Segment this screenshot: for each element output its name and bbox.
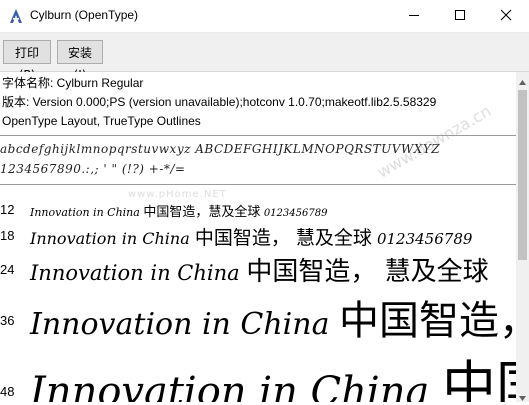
sample-text: Innovation in China 中国智造， 慧及全球	[30, 251, 489, 288]
install-button[interactable]: 安装(I)	[57, 40, 103, 82]
font-outline-info: OpenType Layout, TrueType Outlines	[2, 114, 201, 128]
sample-text: Innovation in China 中国智造， 慧及全球 012345678…	[30, 223, 472, 250]
sample-cjk: 中国智造，	[339, 298, 516, 344]
sample-digits: 0123456789	[376, 230, 473, 248]
sample-text: Innovation in China 中国	[30, 342, 516, 402]
size-label: 24	[0, 262, 15, 277]
charset-digits: 1234567890.:,; ' " (!?) +-*/=	[0, 162, 186, 176]
sample-cjk: 中国智造，慧及全球	[143, 205, 261, 220]
sample-latin: Innovation in China	[30, 369, 430, 402]
window-title: Cylburn (OpenType)	[30, 8, 139, 22]
close-icon	[500, 6, 512, 25]
sample-latin: Innovation in China	[30, 206, 140, 219]
scroll-down-button[interactable]	[516, 388, 529, 402]
size-label: 18	[0, 228, 15, 243]
font-viewer-app-icon	[8, 8, 24, 24]
sample-row-18: 18 Innovation in China 中国智造， 慧及全球 012345…	[0, 222, 516, 250]
sample-text: Innovation in China 中国智造，慧及全球 0123456789	[30, 201, 327, 220]
sample-row-24: 24 Innovation in China 中国智造， 慧及全球	[0, 250, 516, 287]
sample-latin: Innovation in China	[30, 229, 190, 248]
size-label: 36	[0, 313, 15, 328]
minimize-icon	[408, 6, 420, 25]
print-button[interactable]: 打印(P)	[3, 40, 51, 82]
maximize-button[interactable]	[437, 0, 483, 31]
sample-cjk: 中国	[442, 355, 516, 402]
vertical-scrollbar[interactable]	[516, 72, 529, 402]
font-preview-area: 字体名称: Cylburn Regular 版本: Version 0.000;…	[0, 72, 516, 402]
sample-digits: 0123456789	[263, 208, 328, 219]
scrollbar-thumb[interactable]	[518, 90, 527, 260]
sample-text: Innovation in China 中国智造，	[30, 288, 516, 346]
sample-cjk: 中国智造， 慧及全球	[194, 227, 372, 249]
sample-latin: Innovation in China	[30, 261, 240, 285]
sample-row-12: 12 Innovation in China 中国智造，慧及全球 0123456…	[0, 200, 516, 220]
scroll-up-button[interactable]	[516, 72, 529, 86]
sample-cjk: 中国智造， 慧及全球	[246, 257, 489, 287]
title-bar: Cylburn (OpenType)	[0, 0, 529, 33]
font-name-info: 字体名称: Cylburn Regular	[2, 76, 144, 90]
sample-latin: Innovation in China	[30, 307, 330, 342]
maximize-icon	[454, 6, 466, 25]
minimize-button[interactable]	[391, 0, 437, 31]
toolbar: 打印(P) 安装(I)	[0, 33, 529, 82]
close-button[interactable]	[483, 0, 529, 31]
size-label: 48	[0, 384, 15, 399]
sample-row-36: 36 Innovation in China 中国智造，	[0, 286, 516, 344]
watermark-text: www.pHome.NET	[128, 189, 227, 200]
charset-letters: abcdefghijklmnopqrstuvwxyz ABCDEFGHIJKLM…	[0, 142, 441, 156]
divider	[0, 184, 516, 185]
chevron-up-icon	[519, 70, 526, 89]
font-version-info: 版本: Version 0.000;PS (version unavailabl…	[2, 95, 437, 109]
sample-row-48: 48 Innovation in China 中国	[0, 340, 516, 402]
size-label: 12	[0, 202, 15, 217]
